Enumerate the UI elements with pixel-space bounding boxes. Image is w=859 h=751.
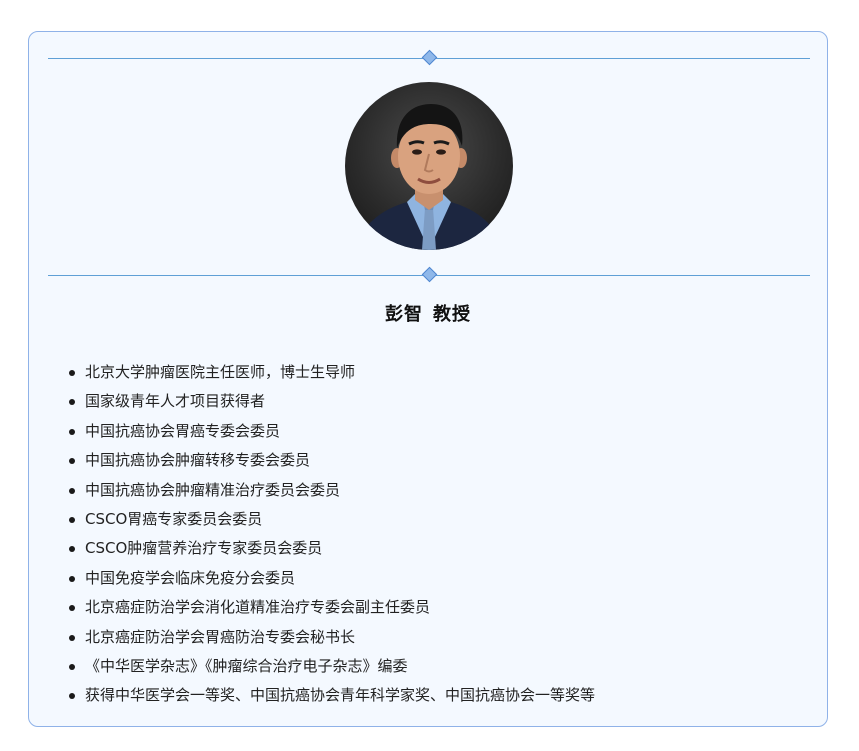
profile-card: 彭智 教授 北京大学肿瘤医院主任医师，博士生导师 国家级青年人才项目获得者 中国抗… [28,31,828,727]
list-item: 中国免疫学会临床免疫分会委员 [66,564,786,593]
diamond-icon [421,266,438,283]
list-item: 中国抗癌协会肿瘤转移专委会委员 [66,446,786,475]
bottom-divider [48,266,810,283]
list-item: CSCO胃癌专家委员会委员 [66,505,786,534]
list-item: 国家级青年人才项目获得者 [66,387,786,416]
list-item: 中国抗癌协会肿瘤精准治疗委员会委员 [66,476,786,505]
diamond-icon [421,49,438,66]
list-item: 北京癌症防治学会胃癌防治专委会秘书长 [66,623,786,652]
list-item: CSCO肿瘤营养治疗专家委员会委员 [66,534,786,563]
person-name: 彭智 [385,304,423,325]
list-item: 《中华医学杂志》《肿瘤综合治疗电子杂志》编委 [66,652,786,681]
person-title: 教授 [433,304,471,325]
top-divider [48,49,810,66]
list-item: 中国抗癌协会胃癌专委会委员 [66,417,786,446]
bio-list: 北京大学肿瘤医院主任医师，博士生导师 国家级青年人才项目获得者 中国抗癌协会胃癌… [66,358,786,711]
avatar [345,82,513,250]
profile-heading: 彭智 教授 [29,300,827,326]
portrait-photo [355,104,503,250]
list-item: 获得中华医学会一等奖、中国抗癌协会青年科学家奖、中国抗癌协会一等奖等 [66,681,786,710]
list-item: 北京癌症防治学会消化道精准治疗专委会副主任委员 [66,593,786,622]
list-item: 北京大学肿瘤医院主任医师，博士生导师 [66,358,786,387]
